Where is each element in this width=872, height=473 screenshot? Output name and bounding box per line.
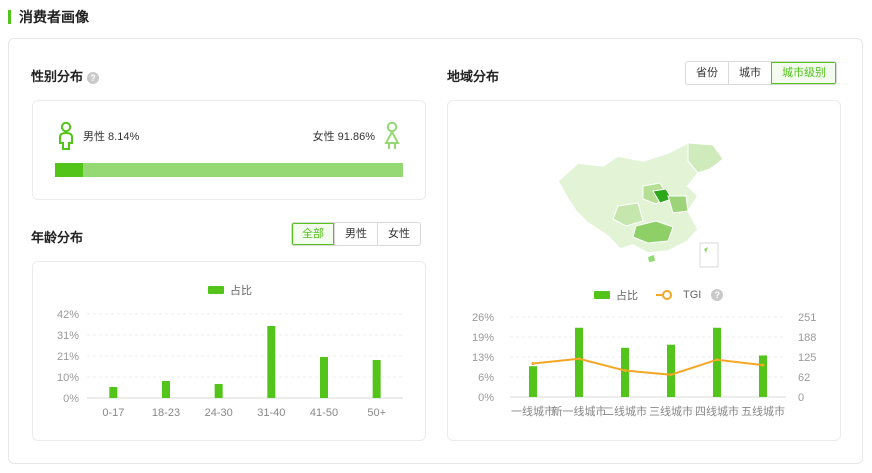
x-tick-label: 24-30 bbox=[205, 407, 233, 419]
bar bbox=[529, 366, 537, 397]
age-bar-chart: 0% 10% 21% 31% 42% 0-17 18-23 24-30 31-40 41-50 50… bbox=[57, 309, 403, 419]
y2-tick-label: 251 bbox=[798, 312, 816, 324]
male-row: 男性 8.14% bbox=[55, 121, 139, 151]
y-tick-label: 31% bbox=[57, 330, 79, 342]
male-icon bbox=[59, 121, 73, 150]
x-tick-label: 50+ bbox=[367, 407, 386, 419]
y-tick-label: 0% bbox=[478, 392, 494, 404]
tgi-point bbox=[761, 363, 765, 367]
tgi-point bbox=[669, 373, 673, 377]
gender-heading: 性别分布? bbox=[31, 66, 100, 85]
y-tick-label: 10% bbox=[57, 372, 79, 384]
tgi-point bbox=[623, 369, 627, 373]
y-tick-label: 42% bbox=[57, 309, 79, 321]
y2-tick-label: 0 bbox=[798, 392, 804, 404]
section-accent-bar bbox=[8, 10, 11, 24]
tab-province[interactable]: 省份 bbox=[686, 62, 728, 84]
male-label: 男性 8.14% bbox=[83, 131, 140, 143]
section-header: 消费者画像 bbox=[8, 8, 89, 26]
gender-title: 性别分布 bbox=[31, 69, 84, 84]
help-icon[interactable]: ? bbox=[87, 72, 100, 84]
bar bbox=[713, 327, 721, 397]
bar bbox=[214, 384, 223, 398]
region-card: 占比 TGI ? 0% 0 6% 62 13% 125 19% 188 26% 251 一线城市 新一… bbox=[447, 100, 841, 441]
consumer-profile-panel: 性别分布? 男性 8.14% 女性 91.86% 年龄分布 全部 男性 女性 占… bbox=[8, 38, 863, 464]
bar bbox=[621, 347, 629, 397]
bar bbox=[667, 344, 675, 397]
y2-tick-label: 188 bbox=[798, 332, 816, 344]
tab-age-female[interactable]: 女性 bbox=[377, 223, 420, 245]
bar bbox=[109, 387, 118, 398]
bar bbox=[320, 357, 328, 398]
age-chart-card: 占比 0% 10% 21% 31% 42% 0-17 18-23 24-30 31-40 41-5… bbox=[32, 261, 426, 441]
bar bbox=[162, 381, 170, 398]
x-tick-label: 三线城市 bbox=[649, 404, 693, 418]
region-tabs: 省份 城市 城市级别 bbox=[685, 61, 837, 85]
x-tick-label: 41-50 bbox=[310, 407, 338, 419]
tab-age-male[interactable]: 男性 bbox=[334, 223, 377, 245]
tgi-line bbox=[532, 357, 764, 376]
tab-city[interactable]: 城市 bbox=[728, 62, 771, 84]
tgi-point bbox=[715, 358, 719, 362]
x-tick-label: 18-23 bbox=[152, 407, 180, 419]
y2-tick-label: 62 bbox=[798, 372, 810, 384]
y-tick-label: 13% bbox=[472, 352, 494, 364]
y-tick-label: 19% bbox=[472, 332, 494, 344]
x-tick-label: 0-17 bbox=[102, 407, 124, 419]
y-tick-label: 21% bbox=[57, 351, 79, 363]
y2-tick-label: 125 bbox=[798, 352, 816, 364]
x-tick-label: 31-40 bbox=[257, 407, 285, 419]
y-tick-label: 26% bbox=[472, 312, 494, 324]
tgi-point bbox=[577, 357, 581, 361]
section-title: 消费者画像 bbox=[19, 9, 89, 25]
bar bbox=[759, 355, 767, 397]
region-combo-chart: 0% 0 6% 62 13% 125 19% 188 26% 251 一线城市新一线城市二线城市 三线… bbox=[472, 312, 816, 418]
y-tick-label: 0% bbox=[63, 393, 79, 405]
age-title: 年龄分布 bbox=[31, 230, 84, 245]
region-title: 地域分布 bbox=[447, 69, 500, 84]
gender-bar-male-fill bbox=[55, 163, 84, 177]
y-tick-label: 6% bbox=[478, 372, 494, 384]
bar bbox=[372, 360, 381, 398]
x-tick-label: 新一线城市 bbox=[552, 404, 607, 418]
age-tabs: 全部 男性 女性 bbox=[291, 222, 421, 246]
female-row: 女性 91.86% bbox=[313, 121, 403, 151]
female-label: 女性 91.86% bbox=[312, 131, 375, 143]
x-tick-label: 五线城市 bbox=[741, 404, 785, 418]
tab-age-all[interactable]: 全部 bbox=[292, 223, 334, 245]
female-icon bbox=[384, 121, 400, 149]
gender-card: 男性 8.14% 女性 91.86% bbox=[32, 100, 426, 200]
x-tick-label: 二线城市 bbox=[603, 404, 647, 418]
tab-city-level[interactable]: 城市级别 bbox=[771, 62, 836, 84]
x-tick-label: 四线城市 bbox=[695, 404, 739, 418]
x-tick-label: 一线城市 bbox=[511, 404, 555, 418]
tgi-point bbox=[531, 362, 535, 366]
bar bbox=[267, 326, 276, 398]
bar bbox=[575, 327, 583, 397]
gender-bar bbox=[55, 163, 403, 177]
